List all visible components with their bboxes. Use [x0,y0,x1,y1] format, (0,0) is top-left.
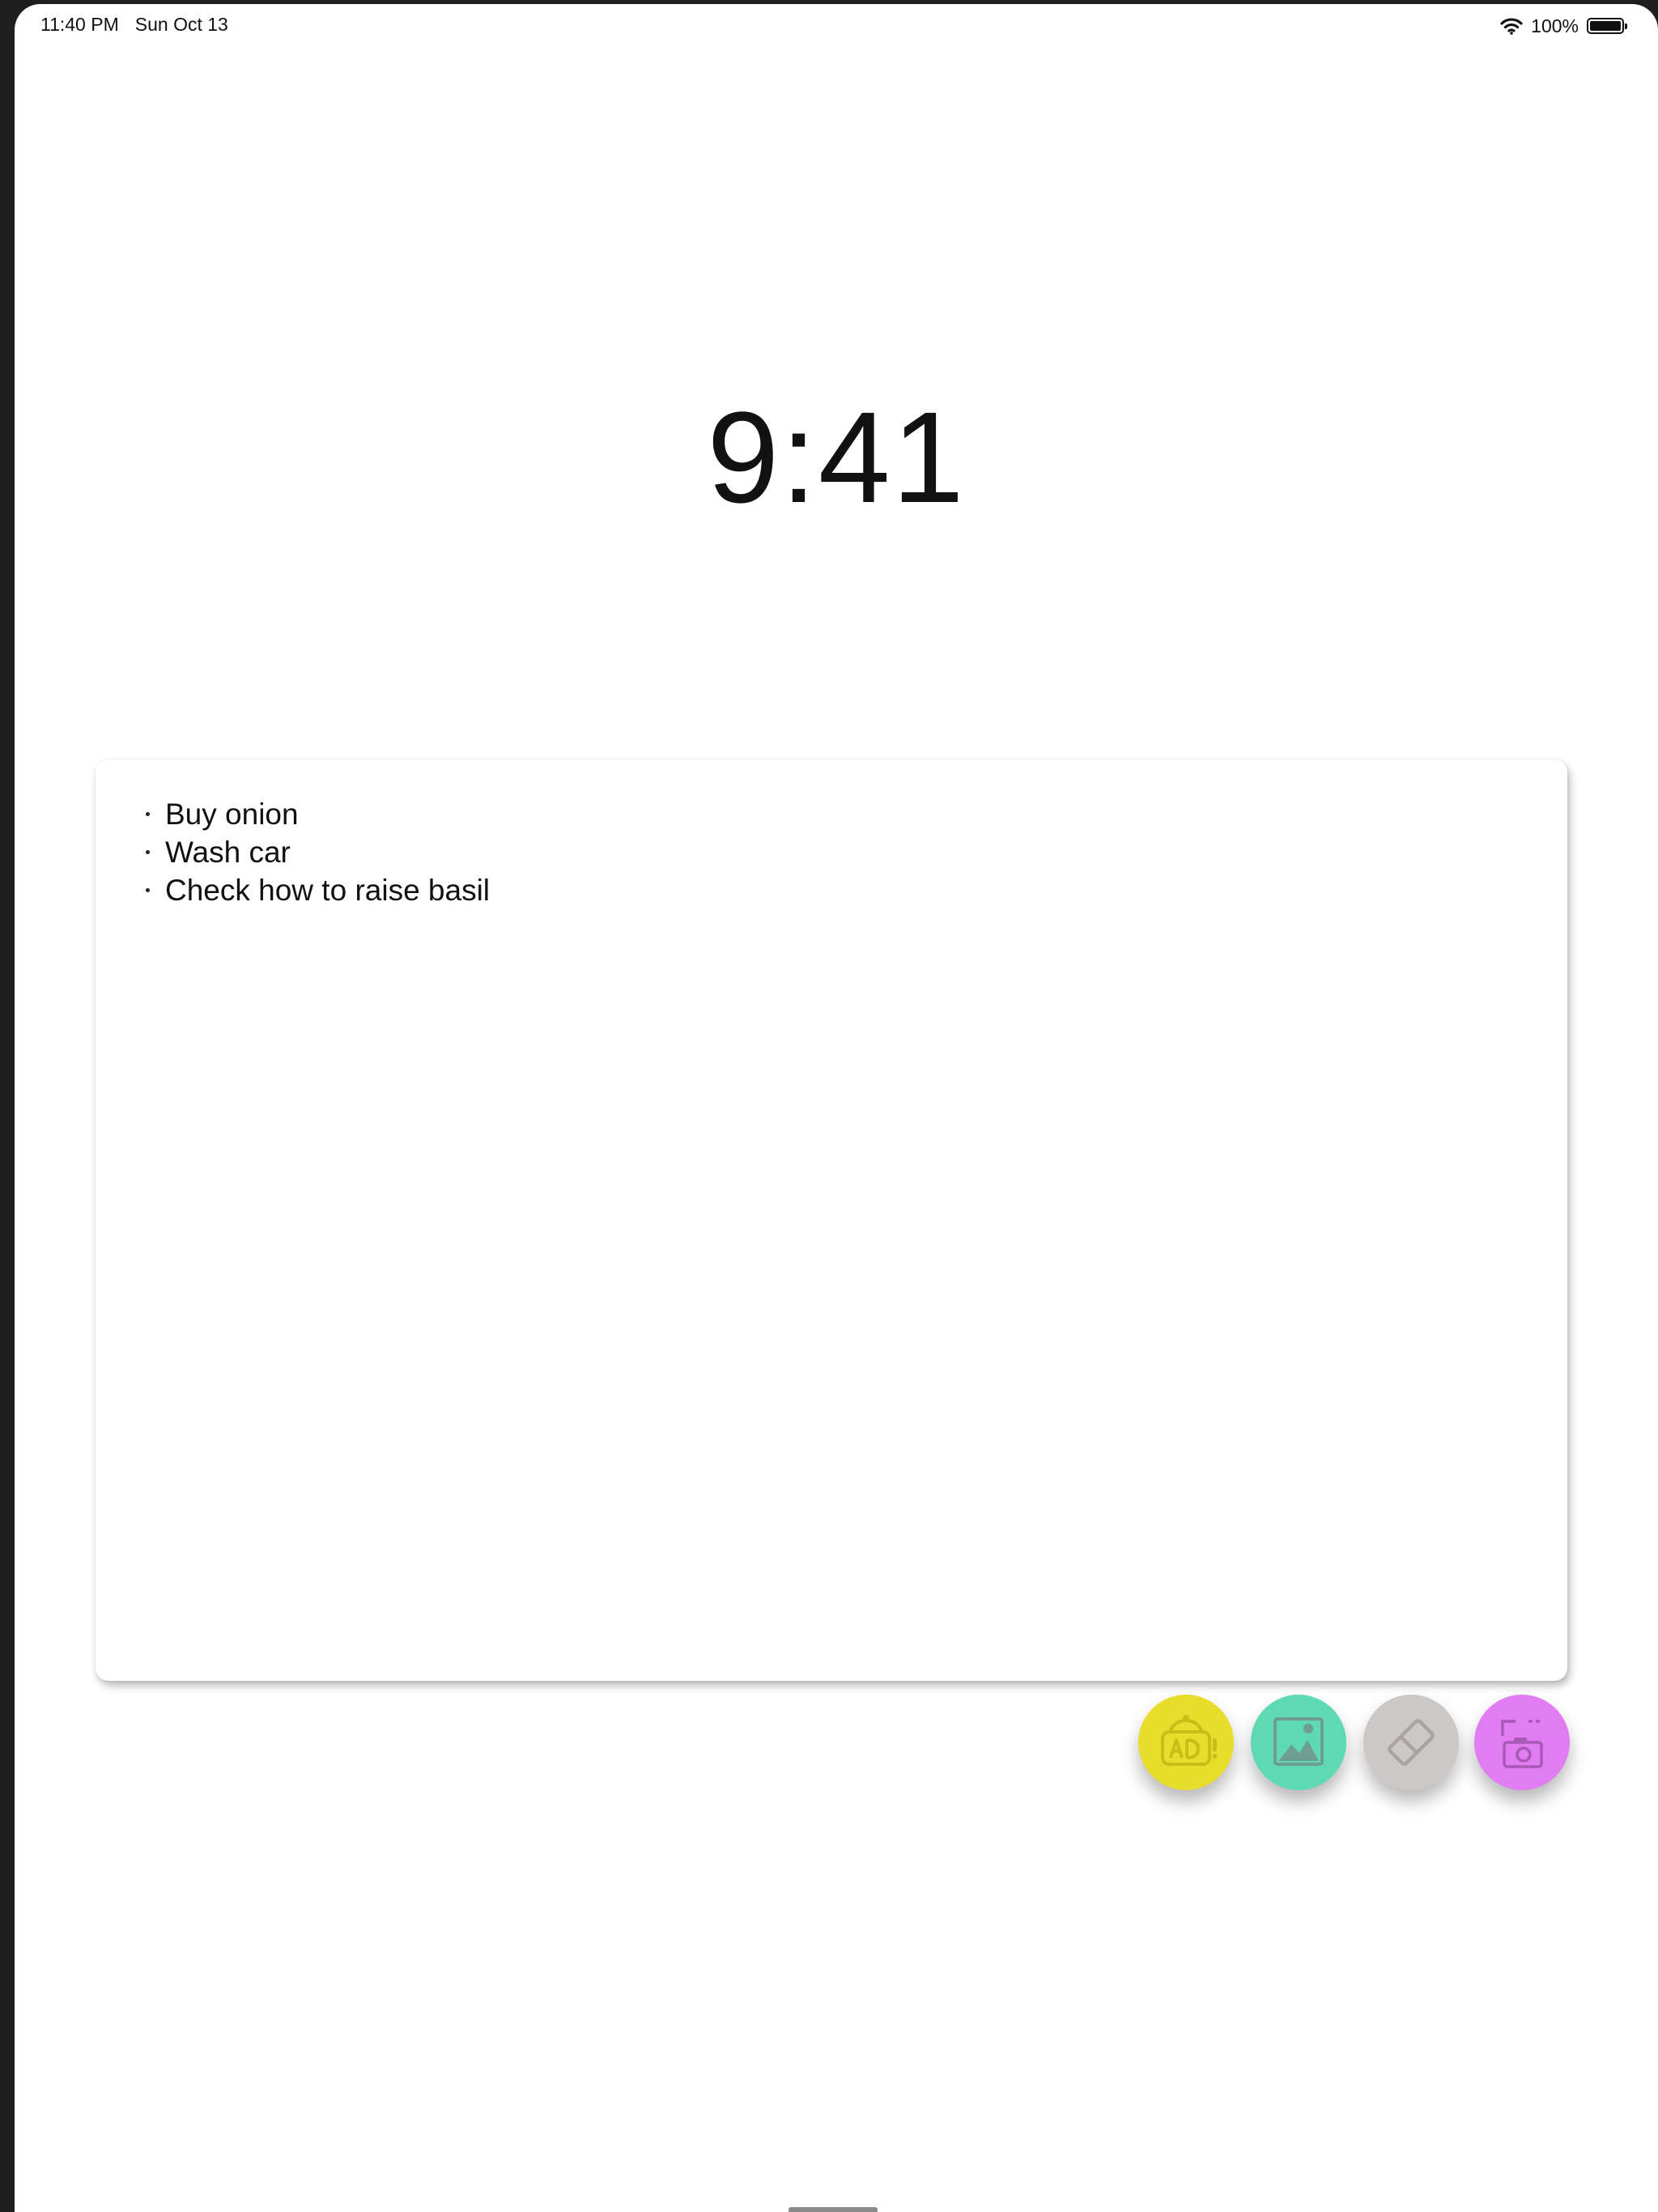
note-card[interactable]: Buy onion Wash car Check how to raise ba… [96,759,1567,1681]
wifi-icon [1500,17,1523,35]
battery-icon [1587,18,1627,34]
camera-icon [1491,1712,1553,1773]
battery-fill [1590,21,1621,31]
list-item[interactable]: Buy onion [146,795,490,833]
note-list: Buy onion Wash car Check how to raise ba… [146,795,490,909]
status-time: 11:40 PM [40,14,119,35]
home-indicator[interactable] [789,2207,878,2212]
ad-icon [1150,1706,1222,1779]
list-item-text: Buy onion [165,797,299,831]
status-date: Sun Oct 13 [134,14,228,35]
device-screen: 11:40 PM Sun Oct 13 100% 9:41 Buy onion [15,4,1658,2212]
status-bar: 11:40 PM Sun Oct 13 100% [15,4,1658,48]
camera-button[interactable] [1474,1695,1570,1790]
list-item-text: Check how to raise basil [165,873,491,907]
eraser-button[interactable] [1363,1695,1459,1790]
list-item-text: Wash car [165,835,291,869]
list-item[interactable]: Wash car [146,833,490,871]
image-icon [1270,1714,1327,1771]
status-indicators: 100% [1500,14,1627,38]
bullet-icon [146,850,150,854]
bullet-icon [146,812,150,816]
lock-clock: 9:41 [707,385,966,530]
status-time-date: 11:40 PM Sun Oct 13 [40,14,228,36]
ad-button[interactable] [1138,1695,1234,1790]
battery-percent: 100% [1531,15,1579,36]
bullet-icon [146,888,150,892]
image-button[interactable] [1251,1695,1346,1790]
eraser-icon [1380,1712,1442,1773]
list-item[interactable]: Check how to raise basil [146,871,490,909]
